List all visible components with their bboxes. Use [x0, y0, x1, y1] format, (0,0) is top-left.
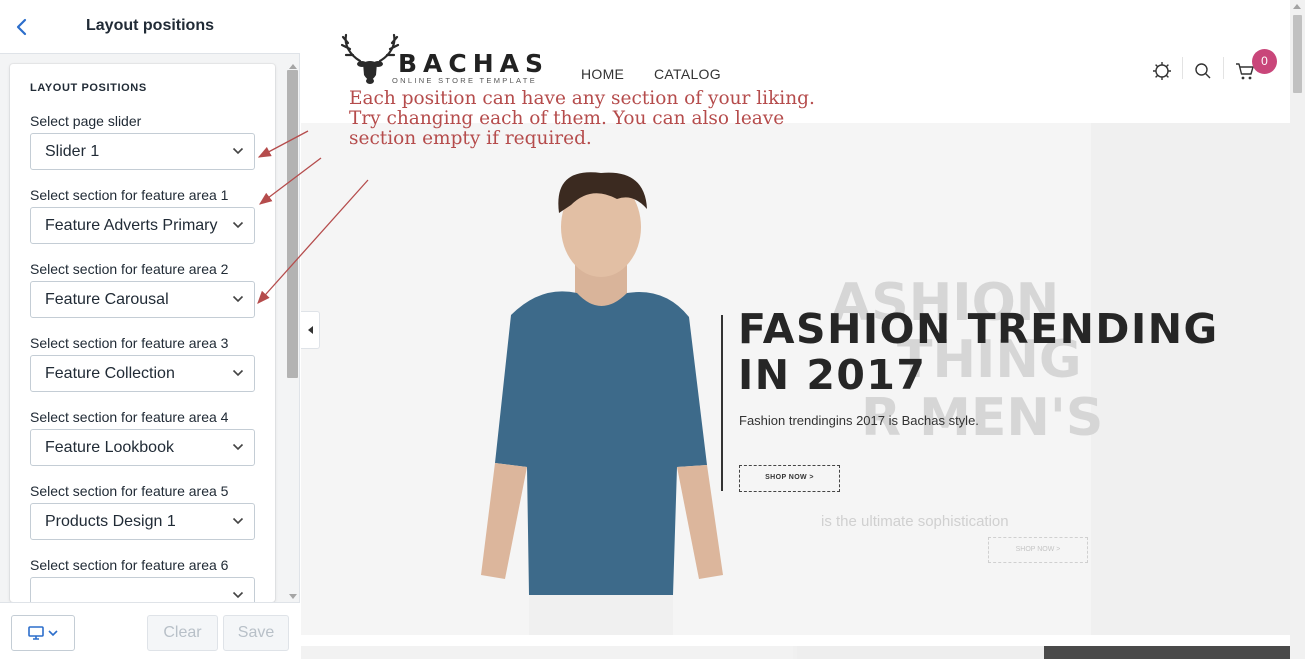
store-preview: BACHAS ONLINE STORE TEMPLATE HOME CATALO… — [301, 0, 1305, 659]
select-value: Products Design 1 — [45, 513, 176, 530]
hero-slider[interactable]: ASHION THING R MEN'S is the ultimate sop… — [301, 123, 1291, 635]
hero-title-line: IN 2017 — [738, 351, 927, 399]
section-tile — [301, 646, 793, 659]
annotation-line: Each position can have any section of yo… — [349, 88, 815, 109]
hero-title-line: FASHION TRENDING — [738, 305, 1219, 353]
settings-button[interactable] — [1149, 58, 1175, 84]
search-button[interactable] — [1190, 58, 1216, 84]
field-page-slider: Select page slider Slider 1 — [30, 113, 255, 170]
chevron-down-icon — [48, 629, 58, 636]
next-section-preview — [301, 646, 1291, 659]
ghost-subtitle: is the ultimate sophistication — [821, 513, 1009, 530]
save-button[interactable]: Save — [223, 615, 289, 651]
logo-text: BACHAS — [398, 49, 550, 78]
feature-area-2-select[interactable]: Feature Carousal — [30, 281, 255, 318]
feature-area-5-select[interactable]: Products Design 1 — [30, 503, 255, 540]
scroll-up-arrow-icon[interactable] — [289, 64, 297, 69]
header-divider — [1182, 57, 1183, 79]
field-feature-area-4: Select section for feature area 4 Featur… — [30, 409, 255, 466]
chevron-down-icon — [232, 369, 244, 377]
page-slider-select[interactable]: Slider 1 — [30, 133, 255, 170]
annotation-line: section empty if required. — [349, 128, 592, 149]
field-label: Select section for feature area 1 — [30, 187, 229, 203]
chevron-down-icon — [232, 147, 244, 155]
scroll-up-arrow-icon[interactable] — [1293, 4, 1301, 9]
preview-scrollbar[interactable] — [1290, 0, 1305, 659]
nav-home[interactable]: HOME — [581, 66, 624, 82]
field-feature-area-1: Select section for feature area 1 Featur… — [30, 187, 255, 244]
select-value: Feature Adverts Primary — [45, 217, 218, 234]
field-feature-area-2: Select section for feature area 2 Featur… — [30, 261, 255, 318]
field-label: Select page slider — [30, 113, 142, 129]
annotation-text: Each position can have any section of yo… — [349, 89, 815, 149]
feature-area-6-select[interactable] — [30, 577, 255, 602]
section-heading: LAYOUT POSITIONS — [30, 82, 147, 94]
field-label: Select section for feature area 2 — [30, 261, 229, 277]
feature-area-3-select[interactable]: Feature Collection — [30, 355, 255, 392]
search-icon — [1195, 63, 1211, 79]
nav-catalog[interactable]: CATALOG — [654, 66, 721, 82]
panel-scrollbar[interactable] — [285, 64, 300, 602]
ghost-shop-button: SHOP NOW > — [988, 537, 1088, 563]
annotation-line: Try changing each of them. You can also … — [349, 108, 785, 129]
clear-button[interactable]: Clear — [147, 615, 218, 651]
feature-area-1-select[interactable]: Feature Adverts Primary — [30, 207, 255, 244]
field-feature-area-6: Select section for feature area 6 — [30, 557, 255, 602]
chevron-down-icon — [232, 443, 244, 451]
cart-count-badge: 0 — [1252, 49, 1277, 74]
select-value: Feature Carousal — [45, 291, 169, 308]
field-feature-area-5: Select section for feature area 5 Produc… — [30, 483, 255, 540]
field-label: Select section for feature area 4 — [30, 409, 229, 425]
collapse-panel-button[interactable] — [301, 311, 320, 349]
select-value: Slider 1 — [45, 143, 100, 160]
field-label: Select section for feature area 3 — [30, 335, 229, 351]
scroll-thumb[interactable] — [287, 70, 298, 378]
chevron-down-icon — [232, 221, 244, 229]
caret-left-icon — [307, 326, 313, 334]
section-tile — [797, 646, 1044, 659]
theme-editor-panel: Layout positions LAYOUT POSITIONS Select… — [0, 0, 300, 659]
header-divider — [1223, 57, 1224, 79]
store-logo[interactable]: BACHAS ONLINE STORE TEMPLATE — [340, 31, 543, 87]
chevron-down-icon — [232, 517, 244, 525]
panel-header: Layout positions — [0, 0, 300, 54]
shop-now-button[interactable]: SHOP NOW > — [739, 465, 840, 492]
section-tile — [1044, 646, 1291, 659]
field-feature-area-3: Select section for feature area 3 Featur… — [30, 335, 255, 392]
panel-title: Layout positions — [86, 17, 214, 34]
hero-accent-bar — [721, 315, 723, 491]
device-preview-button[interactable] — [11, 615, 75, 651]
deer-logo-icon — [340, 33, 400, 84]
settings-card: LAYOUT POSITIONS Select page slider Slid… — [10, 64, 275, 602]
select-value: Feature Lookbook — [45, 439, 174, 456]
scroll-thumb[interactable] — [1293, 15, 1302, 93]
field-label: Select section for feature area 6 — [30, 557, 229, 573]
gear-icon — [1153, 62, 1171, 80]
desktop-icon — [28, 626, 44, 640]
hero-model-image — [481, 172, 723, 635]
logo-subtext: ONLINE STORE TEMPLATE — [392, 76, 537, 85]
hero-subtitle: Fashion trendingins 2017 is Bachas style… — [739, 413, 979, 428]
panel-footer: Clear Save — [0, 602, 300, 659]
feature-area-4-select[interactable]: Feature Lookbook — [30, 429, 255, 466]
select-value: Feature Collection — [45, 365, 175, 382]
scroll-down-arrow-icon[interactable] — [289, 594, 297, 599]
field-label: Select section for feature area 5 — [30, 483, 229, 499]
chevron-down-icon — [232, 591, 244, 599]
chevron-down-icon — [232, 295, 244, 303]
hero-title: FASHION TRENDING IN 2017 — [738, 306, 1219, 398]
